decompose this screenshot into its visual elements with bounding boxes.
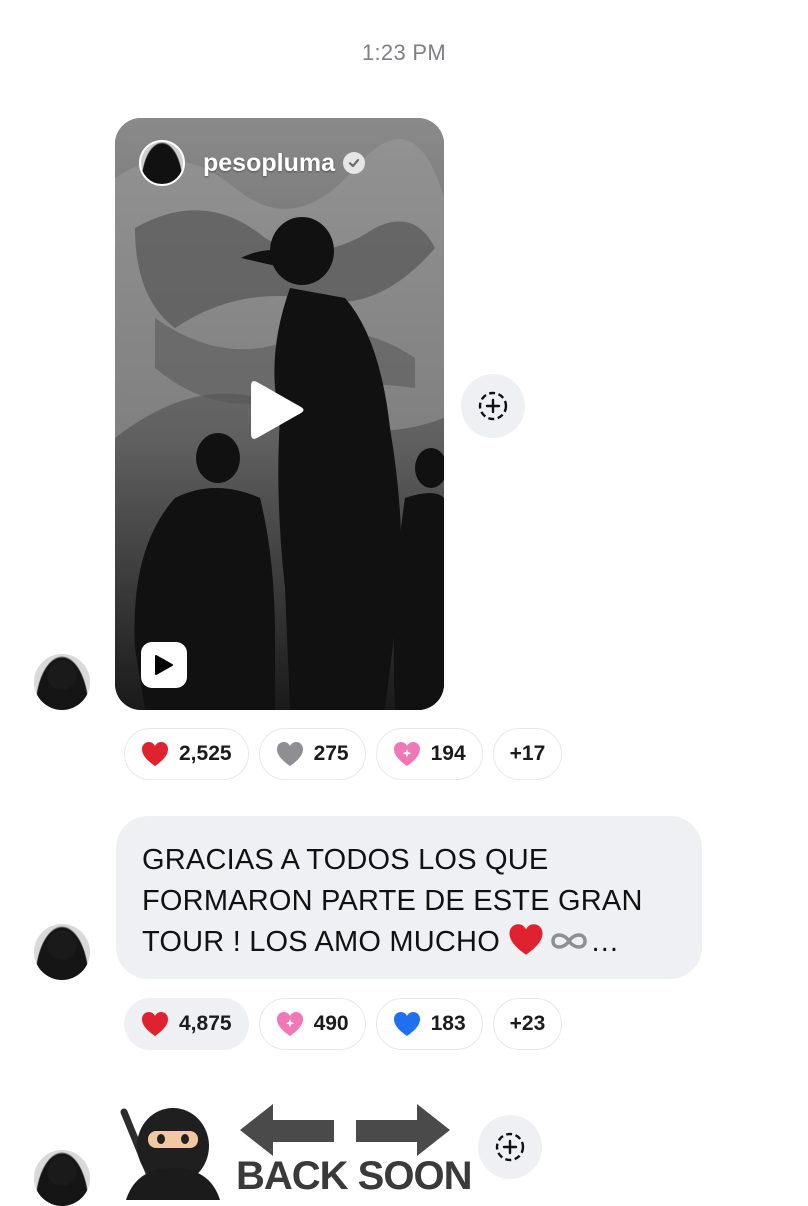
reel-author-avatar[interactable] — [139, 140, 185, 186]
reaction-count: 183 — [430, 1012, 466, 1035]
reaction-count: 2,525 — [179, 742, 232, 765]
message-line: GRACIAS A TODOS LOS QUE — [142, 844, 549, 876]
sparkling-heart-icon — [276, 1012, 303, 1036]
share-plus-button[interactable] — [461, 374, 525, 438]
reaction-count: 275 — [313, 742, 349, 765]
reaction-sparkling-heart[interactable]: 490 — [258, 998, 366, 1050]
reel-header: pesopluma — [139, 140, 365, 186]
message-line: FORMARON PARTE DE ESTE GRAN — [142, 885, 643, 917]
reaction-red-heart[interactable]: 4,875 — [124, 998, 249, 1050]
timestamp: 1:23 PM — [361, 40, 447, 65]
blue-heart-icon — [393, 1012, 420, 1036]
grey-heart-icon — [276, 742, 303, 766]
reaction-red-heart[interactable]: 2,525 — [124, 728, 249, 780]
reaction-blue-heart[interactable]: 183 — [375, 998, 483, 1050]
shared-reel-card[interactable]: pesopluma — [115, 118, 444, 710]
play-icon[interactable] — [243, 376, 307, 449]
message-truncation: … — [590, 926, 620, 958]
reaction-more[interactable]: +23 — [492, 998, 563, 1050]
reaction-more[interactable]: +17 — [492, 728, 563, 780]
reel-icon — [141, 642, 187, 688]
share-plus-icon — [478, 391, 508, 421]
reaction-more-count: +17 — [509, 742, 546, 765]
share-plus-icon — [495, 1132, 525, 1162]
verified-badge-icon — [342, 152, 365, 174]
reaction-count: 490 — [313, 1012, 349, 1035]
sparkling-heart-icon — [393, 742, 420, 766]
reel-username[interactable]: pesopluma — [203, 149, 335, 178]
sticker-text: BACK SOON — [236, 1154, 472, 1198]
sender-avatar[interactable] — [34, 654, 90, 710]
share-plus-button[interactable] — [478, 1115, 542, 1179]
reaction-count: 4,875 — [179, 1012, 232, 1035]
infinity-icon — [551, 933, 587, 949]
reaction-grey-heart[interactable]: 275 — [258, 728, 366, 780]
red-heart-icon — [509, 924, 543, 955]
red-heart-icon — [142, 1012, 168, 1036]
reaction-sparkling-heart[interactable]: 194 — [375, 728, 483, 780]
reaction-count: 194 — [430, 742, 466, 765]
sender-avatar[interactable] — [34, 924, 90, 980]
red-heart-icon — [142, 742, 168, 766]
message-line-text: TOUR ! LOS AMO MUCHO — [142, 926, 500, 958]
reaction-more-count: +23 — [509, 1012, 546, 1035]
message-bubble[interactable]: GRACIAS A TODOS LOS QUE FORMARON PARTE D… — [116, 816, 702, 979]
message-reactions: 4,875 490 183 +23 — [124, 998, 563, 1050]
ninja-sticker[interactable]: BACK SOON — [116, 1098, 472, 1200]
reel-reactions: 2,525 275 194 +17 — [124, 728, 563, 780]
sender-avatar[interactable] — [34, 1150, 90, 1206]
message-line-last: TOUR ! LOS AMO MUCHO … — [142, 922, 676, 963]
